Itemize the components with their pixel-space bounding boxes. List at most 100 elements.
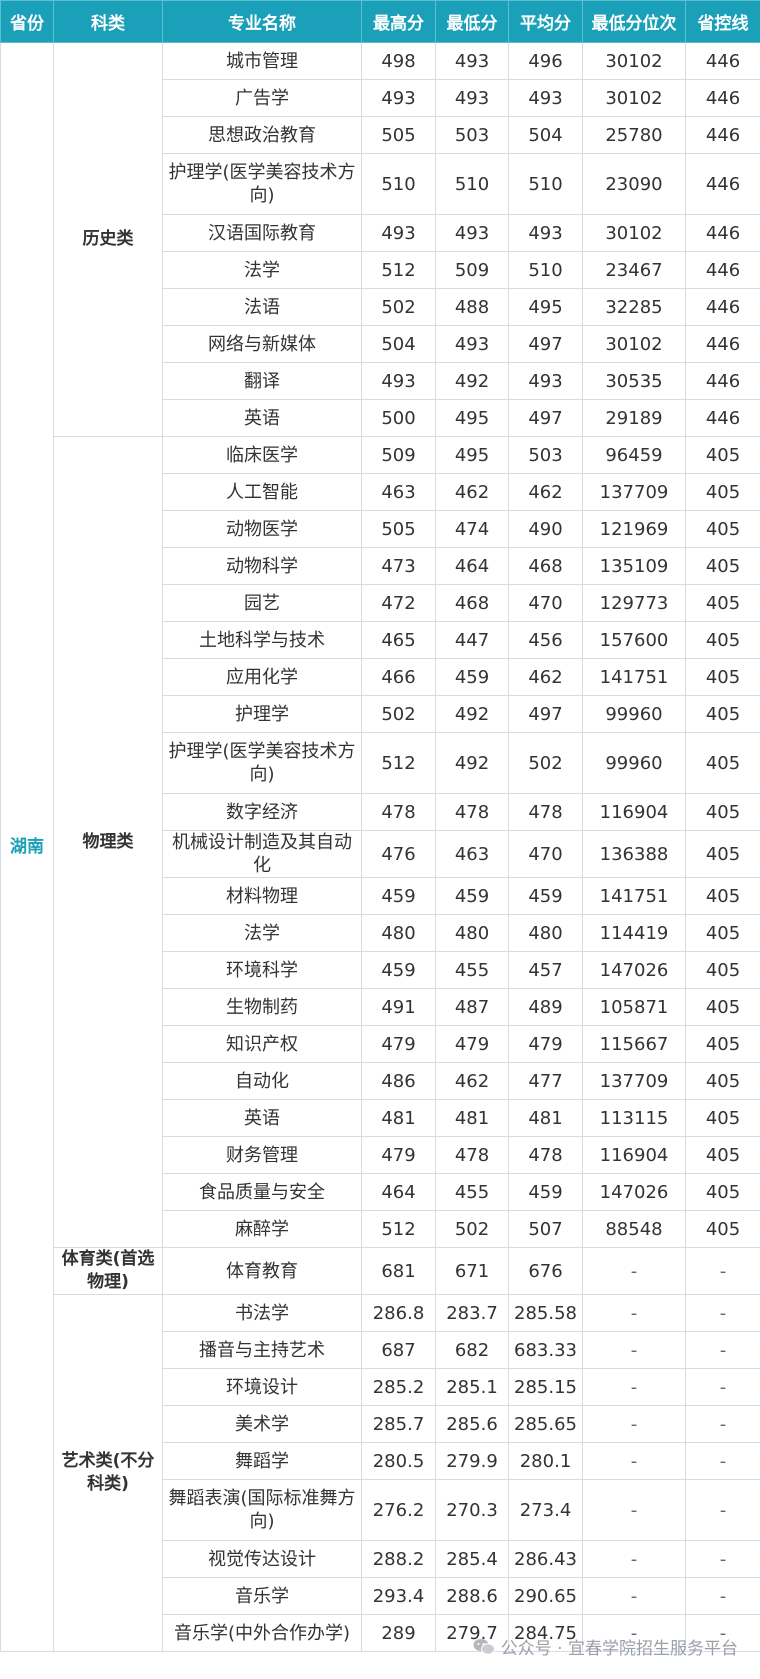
min-rank-cell: -	[582, 1479, 686, 1541]
control-line-cell: 405	[685, 914, 760, 952]
major-name-cell: 动物科学	[162, 547, 362, 585]
max-score-cell: 476	[361, 830, 436, 878]
min-rank-cell: 137709	[582, 473, 686, 511]
control-line-cell: 446	[685, 288, 760, 326]
major-name-cell: 思想政治教育	[162, 116, 362, 154]
max-score-cell: 293.4	[361, 1577, 436, 1615]
avg-score-cell: 478	[508, 1136, 583, 1174]
max-score-cell: 502	[361, 288, 436, 326]
table-row: 湖南 历史类 城市管理 498 493 496 30102 446	[0, 42, 760, 1652]
major-name-cell: 舞蹈表演(国际标准舞方向)	[162, 1479, 362, 1541]
header-min-rank: 最低分位次	[582, 0, 686, 43]
control-line-cell: 405	[685, 510, 760, 548]
header-control-line: 省控线	[685, 0, 760, 43]
header-category: 科类	[53, 0, 163, 43]
avg-score-cell: 285.15	[508, 1368, 583, 1406]
avg-score-cell: 497	[508, 325, 583, 363]
max-score-cell: 504	[361, 325, 436, 363]
major-name-cell: 护理学(医学美容技术方向)	[162, 153, 362, 215]
min-score-cell: 270.3	[435, 1479, 509, 1541]
avg-score-cell: 510	[508, 153, 583, 215]
max-score-cell: 464	[361, 1173, 436, 1211]
min-rank-cell: 116904	[582, 1136, 686, 1174]
avg-score-cell: 290.65	[508, 1577, 583, 1615]
max-score-cell: 500	[361, 399, 436, 437]
min-rank-cell: 29189	[582, 399, 686, 437]
header-province: 省份	[0, 0, 54, 43]
min-score-cell: 495	[435, 436, 509, 474]
control-line-cell: 405	[685, 988, 760, 1026]
avg-score-cell: 470	[508, 584, 583, 622]
avg-score-cell: 683.33	[508, 1331, 583, 1369]
header-major: 专业名称	[162, 0, 362, 43]
min-rank-cell: -	[582, 1442, 686, 1480]
max-score-cell: 491	[361, 988, 436, 1026]
min-score-cell: 285.1	[435, 1368, 509, 1406]
control-line-cell: 446	[685, 79, 760, 117]
avg-score-cell: 496	[508, 42, 583, 80]
avg-score-cell: 456	[508, 621, 583, 659]
min-rank-cell: 105871	[582, 988, 686, 1026]
major-name-cell: 麻醉学	[162, 1210, 362, 1248]
avg-score-cell: 462	[508, 658, 583, 696]
major-name-cell: 汉语国际教育	[162, 214, 362, 252]
min-rank-cell: 141751	[582, 877, 686, 915]
avg-score-cell: 457	[508, 951, 583, 989]
min-score-cell: 455	[435, 951, 509, 989]
min-rank-cell: -	[582, 1540, 686, 1578]
avg-score-cell: 490	[508, 510, 583, 548]
max-score-cell: 512	[361, 732, 436, 794]
min-rank-cell: 137709	[582, 1062, 686, 1100]
max-score-cell: 459	[361, 877, 436, 915]
major-name-cell: 网络与新媒体	[162, 325, 362, 363]
watermark-text: 公众号 · 宜春学院招生服务平台	[500, 1639, 738, 1659]
admission-score-table: 省份 科类 专业名称 最高分 最低分 平均分 最低分位次 省控线 湖南 历史类 城市…	[0, 0, 760, 1652]
avg-score-cell: 470	[508, 830, 583, 878]
min-score-cell: 671	[435, 1247, 509, 1295]
major-name-cell: 英语	[162, 399, 362, 437]
max-score-cell: 286.8	[361, 1294, 436, 1332]
major-name-cell: 护理学	[162, 695, 362, 733]
major-name-cell: 翻译	[162, 362, 362, 400]
max-score-cell: 681	[361, 1247, 436, 1295]
min-score-cell: 285.4	[435, 1540, 509, 1578]
max-score-cell: 493	[361, 362, 436, 400]
min-score-cell: 481	[435, 1099, 509, 1137]
control-line-cell: -	[685, 1294, 760, 1332]
major-name-cell: 体育教育	[162, 1247, 362, 1295]
avg-score-cell: 462	[508, 473, 583, 511]
major-name-cell: 食品质量与安全	[162, 1173, 362, 1211]
avg-score-cell: 478	[508, 793, 583, 831]
min-rank-cell: 116904	[582, 793, 686, 831]
min-rank-cell: 23467	[582, 251, 686, 289]
max-score-cell: 480	[361, 914, 436, 952]
max-score-cell: 473	[361, 547, 436, 585]
min-score-cell: 478	[435, 1136, 509, 1174]
max-score-cell: 505	[361, 510, 436, 548]
min-rank-cell: 141751	[582, 658, 686, 696]
control-line-cell: 405	[685, 793, 760, 831]
control-line-cell: 405	[685, 877, 760, 915]
min-rank-cell: 113115	[582, 1099, 686, 1137]
min-rank-cell: 147026	[582, 1173, 686, 1211]
avg-score-cell: 273.4	[508, 1479, 583, 1541]
min-rank-cell: 96459	[582, 436, 686, 474]
major-name-cell: 环境设计	[162, 1368, 362, 1406]
min-rank-cell: -	[582, 1368, 686, 1406]
min-rank-cell: 129773	[582, 584, 686, 622]
min-rank-cell: -	[582, 1331, 686, 1369]
major-name-cell: 生物制药	[162, 988, 362, 1026]
min-score-cell: 459	[435, 877, 509, 915]
min-rank-cell: 30102	[582, 325, 686, 363]
max-score-cell: 465	[361, 621, 436, 659]
min-rank-cell: 30102	[582, 42, 686, 80]
control-line-cell: 405	[685, 436, 760, 474]
avg-score-cell: 479	[508, 1025, 583, 1063]
max-score-cell: 486	[361, 1062, 436, 1100]
min-rank-cell: 23090	[582, 153, 686, 215]
max-score-cell: 285.2	[361, 1368, 436, 1406]
control-line-cell: 446	[685, 251, 760, 289]
major-name-cell: 护理学(医学美容技术方向)	[162, 732, 362, 794]
avg-score-cell: 477	[508, 1062, 583, 1100]
major-name-cell: 临床医学	[162, 436, 362, 474]
